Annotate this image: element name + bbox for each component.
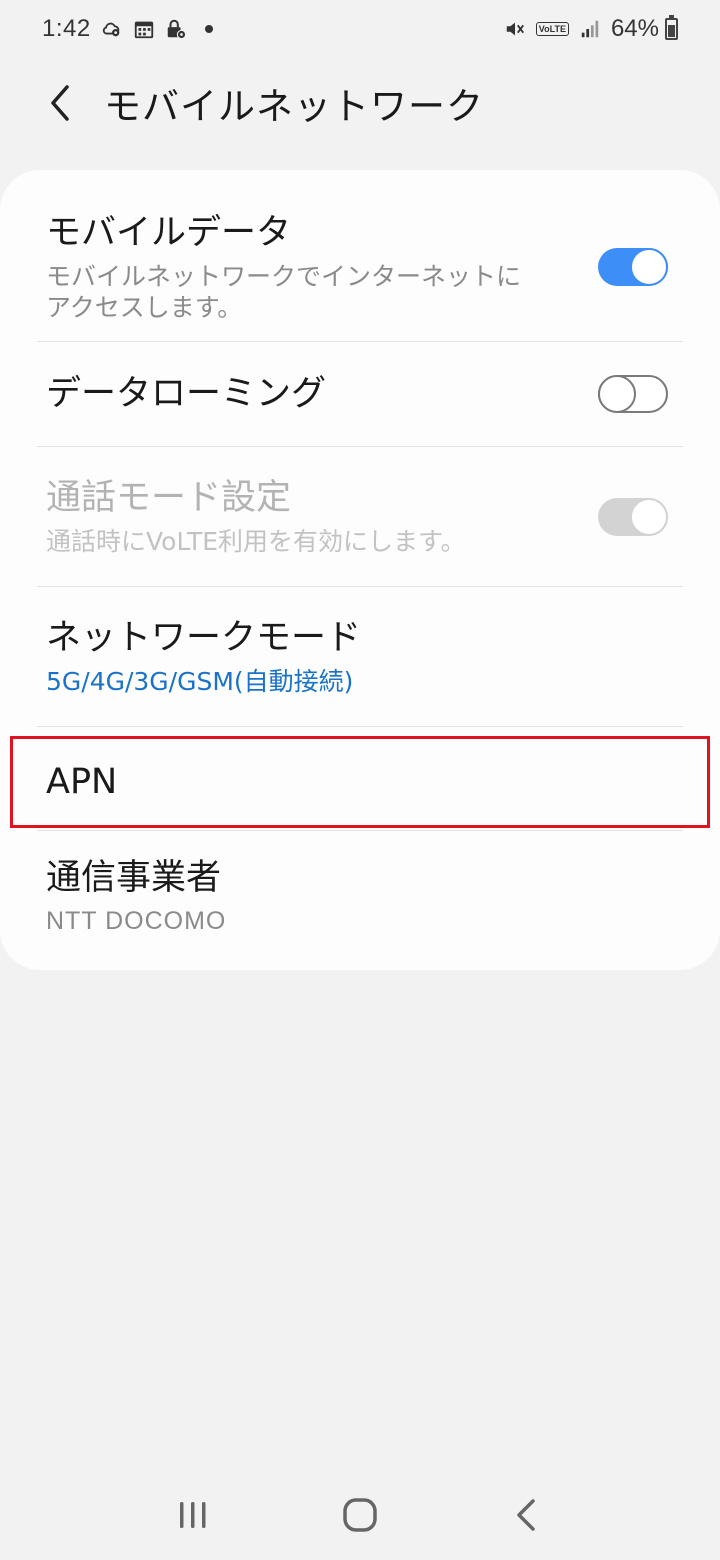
status-time: 1:42: [42, 15, 91, 42]
toggle-knob: [598, 375, 636, 413]
signal-icon: [581, 20, 599, 38]
setting-title: 通信事業者: [46, 857, 222, 898]
setting-data-roaming[interactable]: データローミング: [0, 342, 720, 446]
recent-apps-icon: [180, 1502, 206, 1528]
battery-percent: 64%: [610, 15, 659, 42]
recent-apps-button[interactable]: [163, 1485, 223, 1545]
battery-icon: [665, 15, 678, 40]
page-title: モバイルネットワーク: [104, 85, 484, 128]
data-roaming-toggle[interactable]: [598, 375, 668, 413]
setting-data-roaming-text: データローミング: [46, 372, 326, 416]
toggle-knob: [630, 497, 668, 536]
notification-dot: [204, 25, 213, 33]
divider: [37, 726, 683, 727]
mobile-data-toggle[interactable]: [598, 248, 668, 286]
setting-subtitle: 通話時にVoLTE利用を有効にします。: [46, 527, 466, 556]
home-icon: [343, 1498, 377, 1532]
setting-mobile-data[interactable]: モバイルデータ モバイルネットワークでインターネットに アクセスします。: [0, 192, 720, 342]
lock-gear-icon: [167, 19, 186, 40]
setting-subtitle: モバイルネットワークでインターネットに アクセスします。: [46, 261, 521, 323]
setting-subtitle-line2: アクセスします。: [46, 293, 243, 322]
status-bar: 1:42 VoLTE 64%: [0, 0, 720, 58]
cloud-gear-icon: [102, 22, 120, 37]
setting-value: NTT DOCOMO: [46, 906, 227, 935]
setting-title: ネットワークモード: [46, 618, 362, 658]
setting-mobile-data-text: モバイルデータ モバイルネットワークでインターネットに アクセスします。: [46, 211, 521, 323]
setting-carrier-text: 通信事業者 NTT DOCOMO: [46, 856, 226, 937]
setting-subtitle-line1: モバイルネットワークでインターネットに: [46, 262, 522, 291]
volte-badge: VoLTE: [535, 22, 569, 36]
battery-fill: [668, 25, 675, 37]
nav-back-button[interactable]: [497, 1485, 557, 1545]
app-header: モバイルネットワーク: [0, 68, 720, 138]
call-mode-toggle: [598, 497, 668, 536]
setting-carrier[interactable]: 通信事業者 NTT DOCOMO: [0, 831, 720, 961]
chevron-left-icon: [51, 85, 69, 121]
navigation-bar: [0, 1470, 720, 1560]
status-right: VoLTE 64%: [504, 15, 678, 43]
setting-network-mode[interactable]: ネットワークモード 5G/4G/3G/GSM(自動接続): [0, 587, 720, 726]
setting-network-mode-text: ネットワークモード 5G/4G/3G/GSM(自動接続): [46, 616, 361, 697]
setting-call-mode-text: 通話モード設定 通話時にVoLTE利用を有効にします。: [46, 476, 466, 557]
back-button[interactable]: [30, 73, 90, 133]
status-left: 1:42: [42, 15, 213, 43]
setting-title: 通話モード設定: [46, 478, 292, 518]
home-button[interactable]: [330, 1485, 390, 1545]
apn-highlight-box: [10, 736, 710, 828]
setting-call-mode: 通話モード設定 通話時にVoLTE利用を有効にします。: [0, 447, 720, 586]
setting-title: モバイルデータ: [46, 213, 292, 253]
toggle-knob: [630, 248, 668, 286]
back-icon: [516, 1499, 535, 1531]
setting-title: データローミング: [46, 374, 327, 414]
mute-icon: [506, 22, 524, 36]
settings-card: モバイルデータ モバイルネットワークでインターネットに アクセスします。 データ…: [0, 170, 720, 970]
calendar-icon: [134, 21, 153, 39]
setting-value: 5G/4G/3G/GSM(自動接続): [46, 667, 354, 696]
